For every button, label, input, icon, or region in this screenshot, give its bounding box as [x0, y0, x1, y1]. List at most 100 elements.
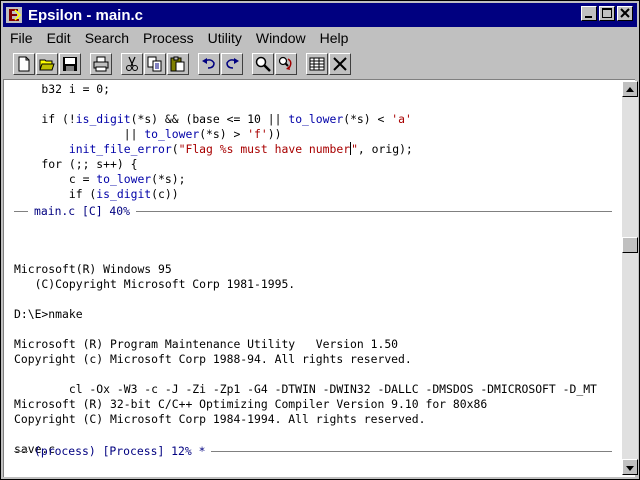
copy-button[interactable] — [144, 53, 166, 75]
code-text: for (;; s++) { — [14, 157, 138, 171]
process-modeline-text: (process) [Process] 12% * — [34, 444, 206, 458]
new-file-button[interactable] — [13, 53, 35, 75]
redo-button[interactable] — [221, 53, 243, 75]
menu-edit[interactable]: Edit — [40, 28, 78, 48]
find-button[interactable] — [252, 53, 274, 75]
code-text: )) — [267, 127, 282, 141]
function-name: is_digit — [75, 112, 131, 126]
cut-button[interactable] — [121, 53, 143, 75]
code-modeline-text: main.c [C] 40% — [34, 204, 131, 218]
code-text: if ( — [14, 187, 97, 201]
save-disk-icon — [63, 57, 77, 71]
replace-button[interactable] — [275, 53, 297, 75]
close-window-button[interactable] — [617, 6, 633, 21]
code-line[interactable]: if (is_digit(c)) — [14, 187, 179, 202]
new-file-icon — [18, 56, 30, 72]
arrow-up-icon — [626, 87, 634, 92]
close-buffer-button[interactable] — [329, 53, 351, 75]
undo-button[interactable] — [198, 53, 220, 75]
process-modeline: (process) [Process] 12% * — [14, 444, 612, 459]
replace-icon — [278, 56, 292, 70]
code-line[interactable]: for (;; s++) { — [14, 157, 137, 172]
scroll-thumb[interactable] — [622, 237, 638, 253]
maximize-button[interactable] — [599, 6, 615, 21]
epsilon-window: Epsilon - main.c File Edit Search Proces… — [0, 0, 640, 480]
modeline-lead — [14, 451, 28, 452]
open-file-button[interactable] — [36, 53, 58, 75]
undo-icon — [202, 58, 215, 69]
code-text: ( — [171, 142, 179, 156]
print-icon — [93, 56, 109, 72]
code-text: (*s) && (base <= 10 || — [130, 112, 289, 126]
function-name: to_lower — [288, 112, 344, 126]
close-icon — [620, 8, 630, 18]
arrow-down-icon — [626, 466, 634, 471]
code-text: , orig); — [357, 142, 413, 156]
process-output-line[interactable]: D:\E>nmake — [14, 307, 83, 322]
process-output-line[interactable]: Microsoft(R) Windows 95 — [14, 262, 172, 277]
code-line[interactable]: b32 i = 0; — [14, 82, 110, 97]
scroll-up-button[interactable] — [622, 81, 638, 97]
buffer-list-button[interactable] — [306, 53, 328, 75]
find-icon — [255, 56, 271, 72]
toolbar — [3, 51, 637, 77]
function-name: is_digit — [96, 187, 152, 201]
code-text: if (! — [14, 112, 76, 126]
open-folder-icon — [39, 59, 55, 71]
vertical-scrollbar[interactable] — [622, 81, 638, 475]
epsilon-app-icon[interactable] — [6, 7, 22, 23]
minimize-icon — [585, 16, 592, 18]
code-line[interactable]: || to_lower(*s) > 'f')) — [14, 127, 282, 142]
process-output-line[interactable]: (C)Copyright Microsoft Corp 1981-1995. — [14, 277, 296, 292]
cut-scissors-icon — [126, 56, 138, 71]
menu-window[interactable]: Window — [249, 28, 313, 48]
process-output-line[interactable]: Microsoft (R) Program Maintenance Utilit… — [14, 337, 398, 352]
title-bar[interactable]: Epsilon - main.c — [3, 3, 637, 27]
process-output-line[interactable]: Copyright (C) Microsoft Corp 1984-1994. … — [14, 412, 425, 427]
string-literal: 'f' — [247, 127, 268, 141]
code-line[interactable]: init_file_error("Flag %s must have numbe… — [14, 142, 413, 157]
code-text: (*s) > — [199, 127, 248, 141]
function-name: init_file_error — [68, 142, 172, 156]
code-text: c = — [14, 172, 97, 186]
save-button[interactable] — [59, 53, 81, 75]
string-literal: 'a' — [391, 112, 412, 126]
minimize-button[interactable] — [581, 6, 597, 21]
code-text: (*s) < — [343, 112, 392, 126]
close-x-icon — [333, 57, 347, 71]
process-output-line[interactable]: Microsoft (R) 32-bit C/C++ Optimizing Co… — [14, 397, 487, 412]
code-line[interactable]: c = to_lower(*s); — [14, 172, 186, 187]
menu-utility[interactable]: Utility — [201, 28, 249, 48]
menu-bar: File Edit Search Process Utility Window … — [3, 27, 637, 49]
menu-help[interactable]: Help — [313, 28, 356, 48]
string-literal: "Flag %s must have number — [178, 142, 351, 156]
process-output-line[interactable]: cl -Ox -W3 -c -J -Zi -Zp1 -G4 -DTWIN -DW… — [14, 382, 597, 397]
menu-search[interactable]: Search — [78, 28, 136, 48]
function-name: to_lower — [144, 127, 200, 141]
code-text: (c)) — [151, 187, 179, 201]
redo-icon — [226, 58, 239, 69]
modeline-rule — [136, 211, 612, 212]
modeline-rule — [211, 451, 612, 452]
print-button[interactable] — [90, 53, 112, 75]
copy-icon — [147, 56, 162, 72]
window-title: Epsilon - main.c — [28, 6, 144, 24]
paste-button[interactable] — [167, 53, 189, 75]
code-line[interactable]: if (!is_digit(*s) && (base <= 10 || to_l… — [14, 112, 412, 127]
code-text: (*s); — [151, 172, 186, 186]
code-text: b32 i = 0; — [14, 82, 111, 96]
editor-area[interactable]: b32 i = 0; if (!is_digit(*s) && (base <=… — [3, 79, 635, 477]
maximize-icon — [602, 8, 612, 18]
paste-icon — [170, 56, 185, 72]
process-output-line[interactable]: Copyright (c) Microsoft Corp 1988-94. Al… — [14, 352, 412, 367]
string-literal: " — [351, 142, 358, 156]
code-text: || — [14, 127, 145, 141]
buffer-list-icon — [309, 57, 325, 71]
scroll-down-button[interactable] — [622, 459, 638, 475]
menu-process[interactable]: Process — [136, 28, 201, 48]
code-modeline: main.c [C] 40% — [14, 204, 612, 219]
function-name: to_lower — [96, 172, 152, 186]
modeline-lead — [14, 211, 28, 212]
menu-file[interactable]: File — [3, 28, 40, 48]
